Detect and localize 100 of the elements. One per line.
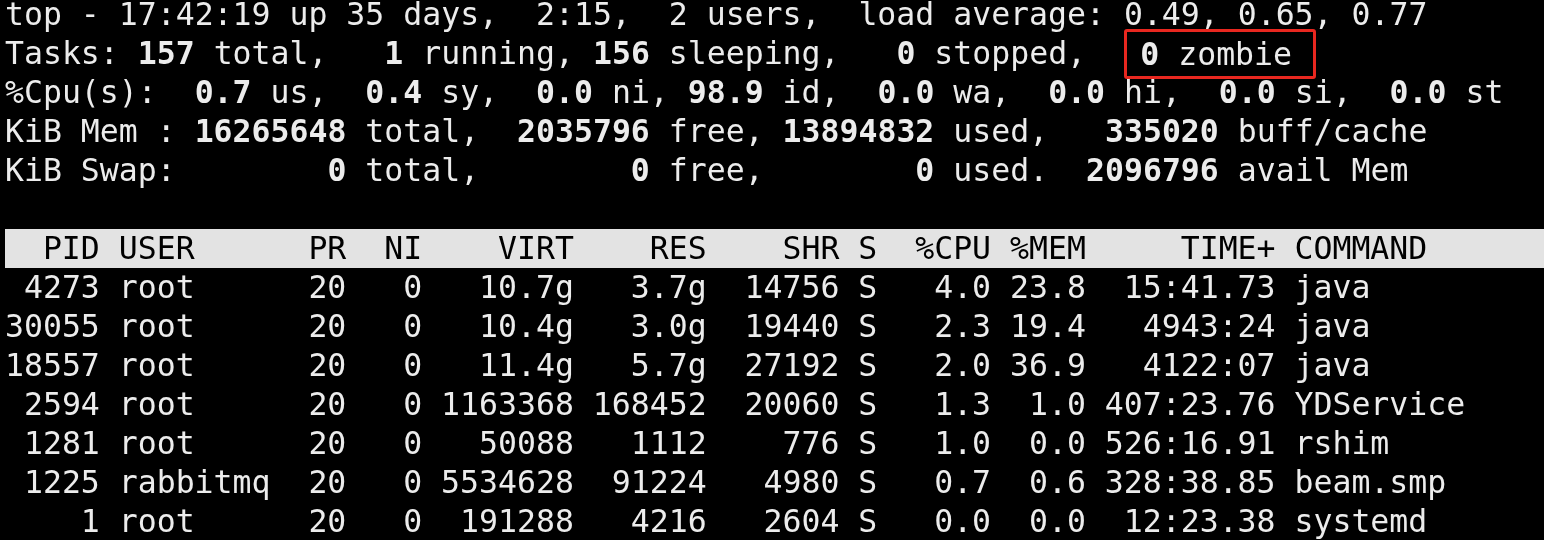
column-header: USER — [118, 230, 195, 266]
table-cell: 0 — [403, 347, 423, 383]
table-cell: 0.0 — [1029, 503, 1086, 539]
column-header: SHR — [782, 230, 840, 266]
table-cell: S — [858, 269, 878, 305]
table-cell: S — [858, 308, 878, 344]
table-cell: 0 — [403, 464, 423, 500]
table-cell: java — [1294, 308, 1371, 344]
table-cell: 4216 — [630, 503, 707, 539]
table-cell: S — [858, 386, 878, 422]
table-cell: 4122:07 — [1142, 347, 1276, 383]
column-header: RES — [649, 230, 707, 266]
table-cell: 526:16.91 — [1104, 425, 1276, 461]
table-cell: 20 — [308, 347, 347, 383]
table-cell: 0 — [403, 269, 423, 305]
table-cell: 0 — [403, 386, 423, 422]
table-cell: S — [858, 425, 878, 461]
table-cell: 0.0 — [1029, 425, 1086, 461]
table-cell: 4980 — [763, 464, 840, 500]
table-cell: 168452 — [592, 386, 707, 422]
table-cell: 0.0 — [934, 503, 992, 539]
table-cell: 11.4g — [479, 347, 574, 383]
table-cell: 0 — [403, 308, 423, 344]
table-cell: 2.3 — [934, 308, 992, 344]
table-cell: 20 — [308, 425, 347, 461]
table-cell: rshim — [1294, 425, 1390, 461]
table-cell: beam.smp — [1294, 464, 1447, 500]
column-header: VIRT — [498, 230, 574, 266]
table-cell: 1.3 — [934, 386, 992, 422]
table-cell: 20 — [308, 308, 347, 344]
table-cell: 20 — [308, 269, 347, 305]
table-cell: root — [118, 503, 195, 539]
table-cell: 20 — [308, 503, 347, 539]
table-cell: rabbitmq — [118, 464, 271, 500]
table-cell: root — [118, 269, 195, 305]
table-cell: 4.0 — [934, 269, 992, 305]
table-cell: 4943:24 — [1142, 308, 1276, 344]
table-cell: 5.7g — [630, 347, 707, 383]
table-cell: 20 — [308, 464, 347, 500]
table-cell: 776 — [782, 425, 840, 461]
table-cell: 2.0 — [934, 347, 992, 383]
table-cell: 191288 — [460, 503, 574, 539]
column-header: NI — [384, 230, 423, 266]
table-cell: 10.4g — [479, 308, 574, 344]
table-cell: 14756 — [744, 269, 840, 305]
table-cell: 1.0 — [1029, 386, 1086, 422]
column-header: PR — [308, 230, 347, 266]
table-cell: S — [858, 347, 878, 383]
column-header: PID — [42, 230, 100, 266]
column-header: COMMAND — [1294, 230, 1428, 266]
column-header: S — [858, 230, 878, 266]
table-cell: java — [1294, 269, 1371, 305]
table-cell: 12:23.38 — [1123, 503, 1276, 539]
table-cell: 19440 — [744, 308, 840, 344]
table-cell: 23.8 — [1010, 269, 1086, 305]
column-header: TIME+ — [1180, 230, 1276, 266]
table-cell: root — [118, 386, 195, 422]
table-cell: 10.7g — [479, 269, 574, 305]
table-cell: 0 — [403, 503, 423, 539]
table-cell: 15:41.73 — [1123, 269, 1276, 305]
table-cell: 0 — [403, 425, 423, 461]
table-cell: 20060 — [744, 386, 840, 422]
table-cell: root — [118, 425, 195, 461]
table-cell: 0.6 — [1029, 464, 1086, 500]
table-cell: 4273 — [23, 269, 100, 305]
table-cell: 18557 — [5, 347, 100, 383]
table-cell: root — [118, 347, 195, 383]
column-header: %MEM — [1010, 230, 1086, 266]
table-cell: 2594 — [23, 386, 100, 422]
table-cell: 5534628 — [441, 464, 574, 500]
summary-line: KiB Mem : 16265648 total, 2035796 free, 13894832 used, 335020 buff/cache — [5, 112, 1428, 151]
table-cell: java — [1294, 347, 1371, 383]
table-cell: S — [858, 464, 878, 500]
table-cell: 1225 — [23, 464, 100, 500]
table-cell: 3.0g — [630, 308, 707, 344]
table-cell: S — [858, 503, 878, 539]
table-cell: 0.7 — [934, 464, 992, 500]
table-cell: 1281 — [23, 425, 100, 461]
table-cell: 2604 — [763, 503, 840, 539]
table-cell: 19.4 — [1010, 308, 1086, 344]
table-cell: 328:38.85 — [1104, 464, 1276, 500]
table-cell: 36.9 — [1010, 347, 1086, 383]
column-header: %CPU — [915, 230, 992, 266]
table-cell: systemd — [1294, 503, 1428, 539]
table-cell: 20 — [308, 386, 347, 422]
table-cell: 1 — [80, 503, 100, 539]
table-cell: 1163368 — [441, 386, 574, 422]
table-cell: root — [118, 308, 195, 344]
table-cell: 1.0 — [934, 425, 992, 461]
table-cell: 407:23.76 — [1104, 386, 1276, 422]
table-cell: 50088 — [479, 425, 574, 461]
table-cell: 91224 — [611, 464, 707, 500]
summary-line: KiB Swap: 0 total, 0 free, 0 used. 2096796 avail Mem — [5, 151, 1409, 190]
table-cell: YDService — [1294, 386, 1466, 422]
highlighted-text: 0 zombie — [1124, 28, 1316, 79]
table-cell: 27192 — [744, 347, 840, 383]
table-cell: 30055 — [5, 308, 100, 344]
table-cell: 3.7g — [630, 269, 707, 305]
table-cell: 1112 — [630, 425, 707, 461]
summary-line: Tasks: 157 total, 1 running, 156 sleeping, 0 stopped, — [5, 34, 1088, 73]
